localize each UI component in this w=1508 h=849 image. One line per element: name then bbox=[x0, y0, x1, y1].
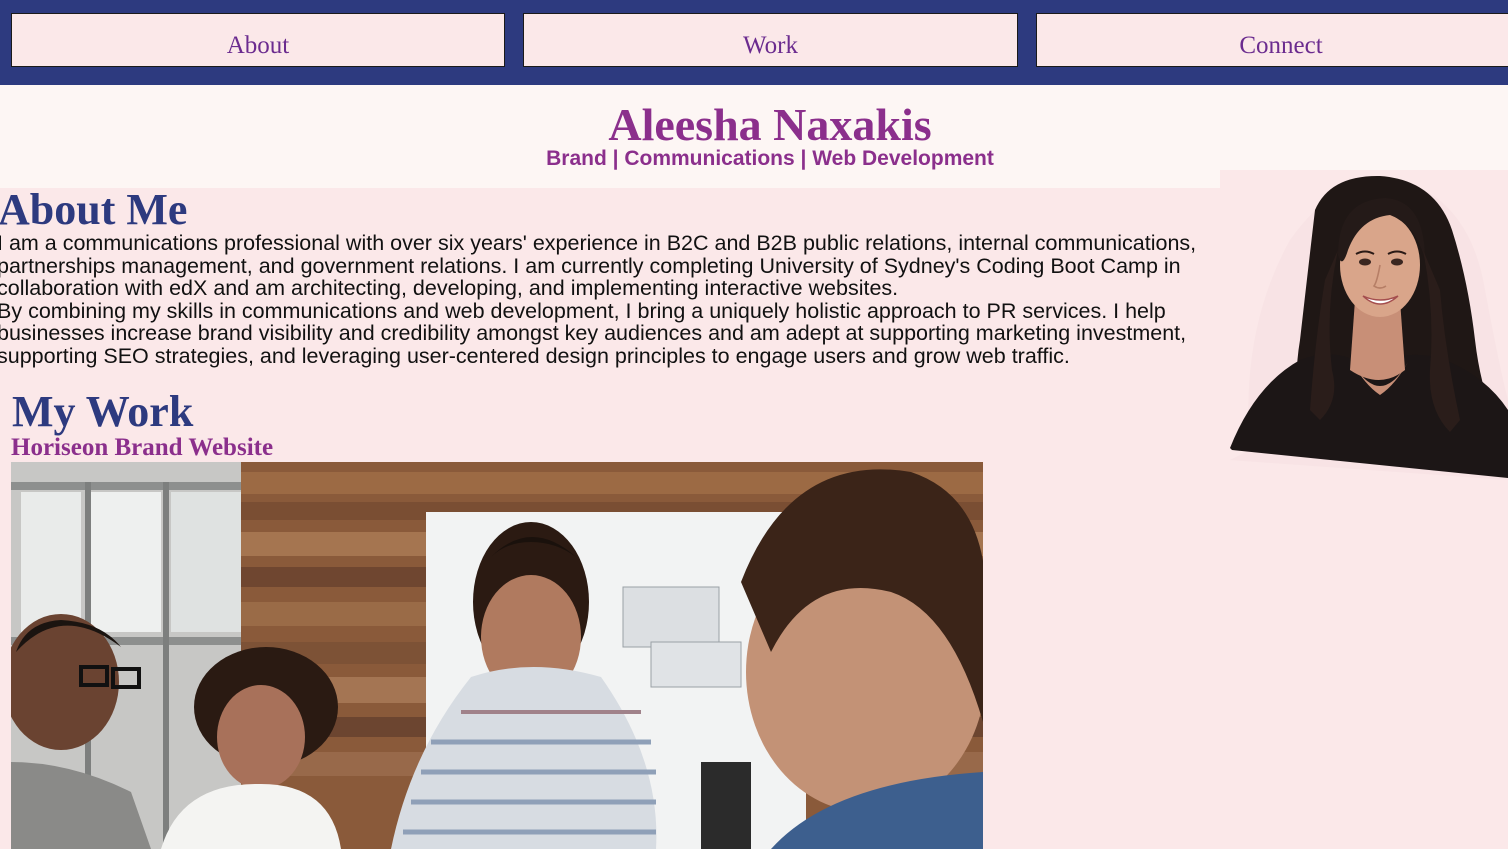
project-image[interactable] bbox=[11, 462, 983, 849]
project-title[interactable]: Horiseon Brand Website bbox=[11, 434, 273, 462]
about-text: I am a communications professional with … bbox=[0, 232, 1222, 367]
work-title: My Work bbox=[12, 387, 194, 436]
site-tagline: Brand | Communications | Web Development bbox=[546, 147, 994, 170]
about-paragraph: By combining my skills in communications… bbox=[0, 298, 1187, 368]
profile-photo bbox=[1220, 170, 1508, 480]
nav-connect-link[interactable]: Connect bbox=[1036, 13, 1508, 67]
nav-work-link[interactable]: Work bbox=[523, 13, 1018, 67]
site-owner-name: Aleesha Naxakis bbox=[608, 99, 932, 150]
nav-about-link[interactable]: About bbox=[11, 13, 505, 67]
navbar: About Work Connect bbox=[0, 0, 1508, 85]
about-title: About Me bbox=[0, 185, 188, 234]
about-paragraph: I am a communications professional with … bbox=[0, 231, 1197, 300]
